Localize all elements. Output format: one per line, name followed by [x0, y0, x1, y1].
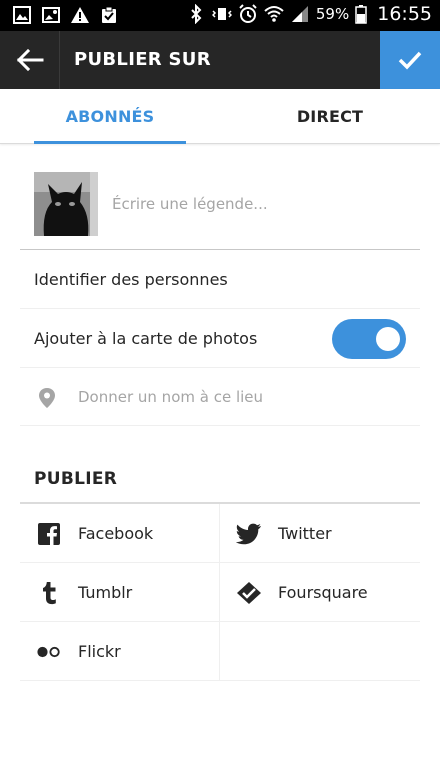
- photo-map-toggle[interactable]: [332, 319, 406, 359]
- tag-people-row[interactable]: Identifier des personnes: [20, 250, 420, 309]
- flickr-label: Flickr: [78, 642, 121, 661]
- toggle-knob: [376, 327, 400, 351]
- back-button[interactable]: [0, 31, 60, 89]
- flickr-icon: [36, 640, 62, 664]
- share-flickr[interactable]: Flickr: [20, 622, 220, 681]
- status-bar: 59% 16:55: [0, 0, 440, 31]
- location-row: [20, 368, 420, 426]
- audience-tabs: ABONNÉS DIRECT: [0, 89, 440, 144]
- arrow-left-icon: [16, 48, 43, 72]
- clock: 16:55: [377, 3, 432, 25]
- caption-input[interactable]: [112, 190, 412, 218]
- tumblr-icon: [36, 581, 62, 605]
- page-title: PUBLIER SUR: [74, 49, 211, 70]
- share-empty-cell: [220, 622, 420, 681]
- photo-map-row: Ajouter à la carte de photos: [20, 309, 420, 368]
- vibrate-icon: [211, 8, 232, 20]
- cat-photo: [34, 172, 98, 236]
- checkmark-icon: [398, 51, 422, 70]
- gallery-notification-icon: [13, 6, 31, 24]
- share-tumblr[interactable]: Tumblr: [20, 563, 220, 622]
- share-facebook[interactable]: Facebook: [20, 504, 220, 563]
- twitter-icon: [236, 522, 262, 546]
- foursquare-label: Foursquare: [278, 583, 368, 602]
- tab-abonnes[interactable]: ABONNÉS: [34, 89, 186, 144]
- photo-map-label: Ajouter à la carte de photos: [34, 329, 258, 348]
- twitter-label: Twitter: [278, 524, 332, 543]
- signal-icon: [291, 6, 308, 22]
- clipboard-check-icon: [102, 6, 116, 23]
- alarm-icon: [239, 4, 257, 23]
- foursquare-icon: [236, 581, 262, 605]
- confirm-button[interactable]: [380, 31, 440, 89]
- publish-section-title: PUBLIER: [34, 469, 118, 489]
- tumblr-label: Tumblr: [78, 583, 133, 602]
- share-services-grid: Facebook Twitter Tumblr Foursquare Flick…: [20, 502, 420, 681]
- battery-percentage: 59%: [315, 5, 350, 23]
- wifi-icon: [264, 6, 284, 22]
- action-bar: PUBLIER SUR: [0, 31, 440, 89]
- bluetooth-icon: [191, 4, 202, 24]
- warning-icon: [71, 7, 89, 23]
- share-foursquare[interactable]: Foursquare: [220, 563, 420, 622]
- location-input[interactable]: [78, 384, 398, 410]
- photo-thumbnail: [34, 172, 98, 236]
- facebook-label: Facebook: [78, 524, 154, 543]
- location-pin-icon: [39, 388, 55, 408]
- facebook-icon: [36, 522, 62, 546]
- caption-section: [20, 144, 420, 250]
- battery-icon: [355, 5, 367, 24]
- tab-direct[interactable]: DIRECT: [254, 89, 406, 144]
- screenshot-notification-icon: [42, 7, 60, 23]
- tag-people-label: Identifier des personnes: [34, 270, 228, 289]
- share-twitter[interactable]: Twitter: [220, 504, 420, 563]
